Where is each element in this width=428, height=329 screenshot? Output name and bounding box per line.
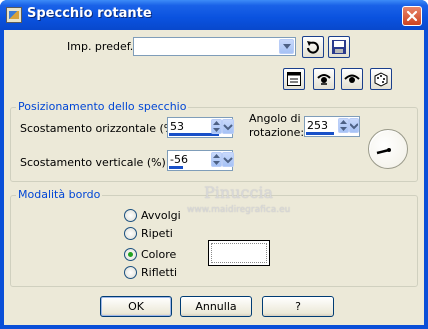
- angle-dropdown[interactable]: [349, 118, 359, 133]
- dialog-settings-button[interactable]: [283, 68, 305, 90]
- watermark-name: Pinuccia: [204, 183, 274, 202]
- angle-label-line1: Angolo di: [249, 112, 301, 125]
- app-icon: [6, 7, 22, 23]
- v-offset-updown[interactable]: [211, 152, 222, 167]
- dialog-body: Imp. predef.: Posizionamento dello specc…: [4, 30, 424, 325]
- preview-on-image-button[interactable]: [313, 68, 335, 90]
- radio-color[interactable]: [124, 248, 137, 261]
- radio-wrap[interactable]: [124, 209, 137, 222]
- help-button[interactable]: ?: [262, 296, 334, 317]
- reset-button[interactable]: [302, 36, 324, 58]
- v-offset-value[interactable]: -56: [170, 153, 188, 166]
- chevron-down-icon[interactable]: [279, 39, 294, 54]
- reset-icon: [307, 41, 319, 54]
- eye-icon: [317, 74, 331, 85]
- h-offset-spinner[interactable]: 53: [167, 117, 234, 138]
- auto-proof-button[interactable]: [341, 68, 363, 90]
- angle-label-line2: rotazione:: [249, 126, 305, 139]
- ok-button[interactable]: OK: [100, 296, 172, 317]
- radio-color-label: Colore: [141, 248, 177, 261]
- radio-repeat-label: Ripeti: [141, 227, 173, 240]
- v-offset-label: Scostamento verticale (%):: [20, 156, 170, 169]
- dialog-icon: [287, 72, 301, 86]
- radio-repeat[interactable]: [124, 227, 137, 240]
- angle-spinner[interactable]: 253: [304, 116, 360, 137]
- mirror-position-title: Posizionamento dello specchio: [16, 100, 189, 113]
- close-icon: [406, 10, 418, 22]
- save-preset-button[interactable]: [328, 36, 350, 58]
- edge-mode-title: Modalità bordo: [16, 188, 103, 201]
- angle-value[interactable]: 253: [307, 119, 328, 132]
- watermark-url: www.maidiregrafica.eu: [187, 205, 291, 215]
- v-offset-spinner[interactable]: -56: [167, 150, 234, 171]
- window-title: Specchio rotante: [27, 6, 152, 21]
- title-bar[interactable]: Specchio rotante: [0, 0, 428, 30]
- v-offset-dropdown[interactable]: [222, 152, 234, 167]
- radio-reflect[interactable]: [124, 266, 137, 279]
- cancel-button[interactable]: Annulla: [180, 296, 252, 317]
- v-offset-slider-bar[interactable]: [169, 166, 183, 169]
- h-offset-dropdown[interactable]: [222, 119, 234, 134]
- close-button[interactable]: [402, 6, 422, 26]
- h-offset-value[interactable]: 53: [170, 120, 184, 133]
- presets-label: Imp. predef.:: [67, 40, 137, 53]
- angle-dial[interactable]: [368, 129, 408, 169]
- eye-icon: [344, 74, 360, 83]
- angle-updown[interactable]: [338, 118, 349, 133]
- presets-dropdown[interactable]: [133, 37, 296, 56]
- angle-slider-bar[interactable]: [306, 132, 334, 135]
- randomize-icon: [374, 72, 388, 87]
- edge-color-swatch[interactable]: [208, 240, 270, 266]
- randomize-button[interactable]: [370, 68, 392, 90]
- radio-reflect-label: Rifletti: [141, 266, 178, 279]
- dialog-window: Specchio rotante Imp. predef.: Posiziona…: [0, 0, 428, 329]
- h-offset-label: Scostamento orizzontale (%):: [20, 122, 183, 135]
- save-icon: [332, 40, 346, 54]
- mirror-position-group: Posizionamento dello specchio Scostament…: [10, 100, 418, 182]
- radio-wrap-label: Avvolgi: [141, 209, 181, 222]
- h-offset-updown[interactable]: [211, 119, 222, 134]
- edge-color-swatch-inner: [211, 243, 267, 263]
